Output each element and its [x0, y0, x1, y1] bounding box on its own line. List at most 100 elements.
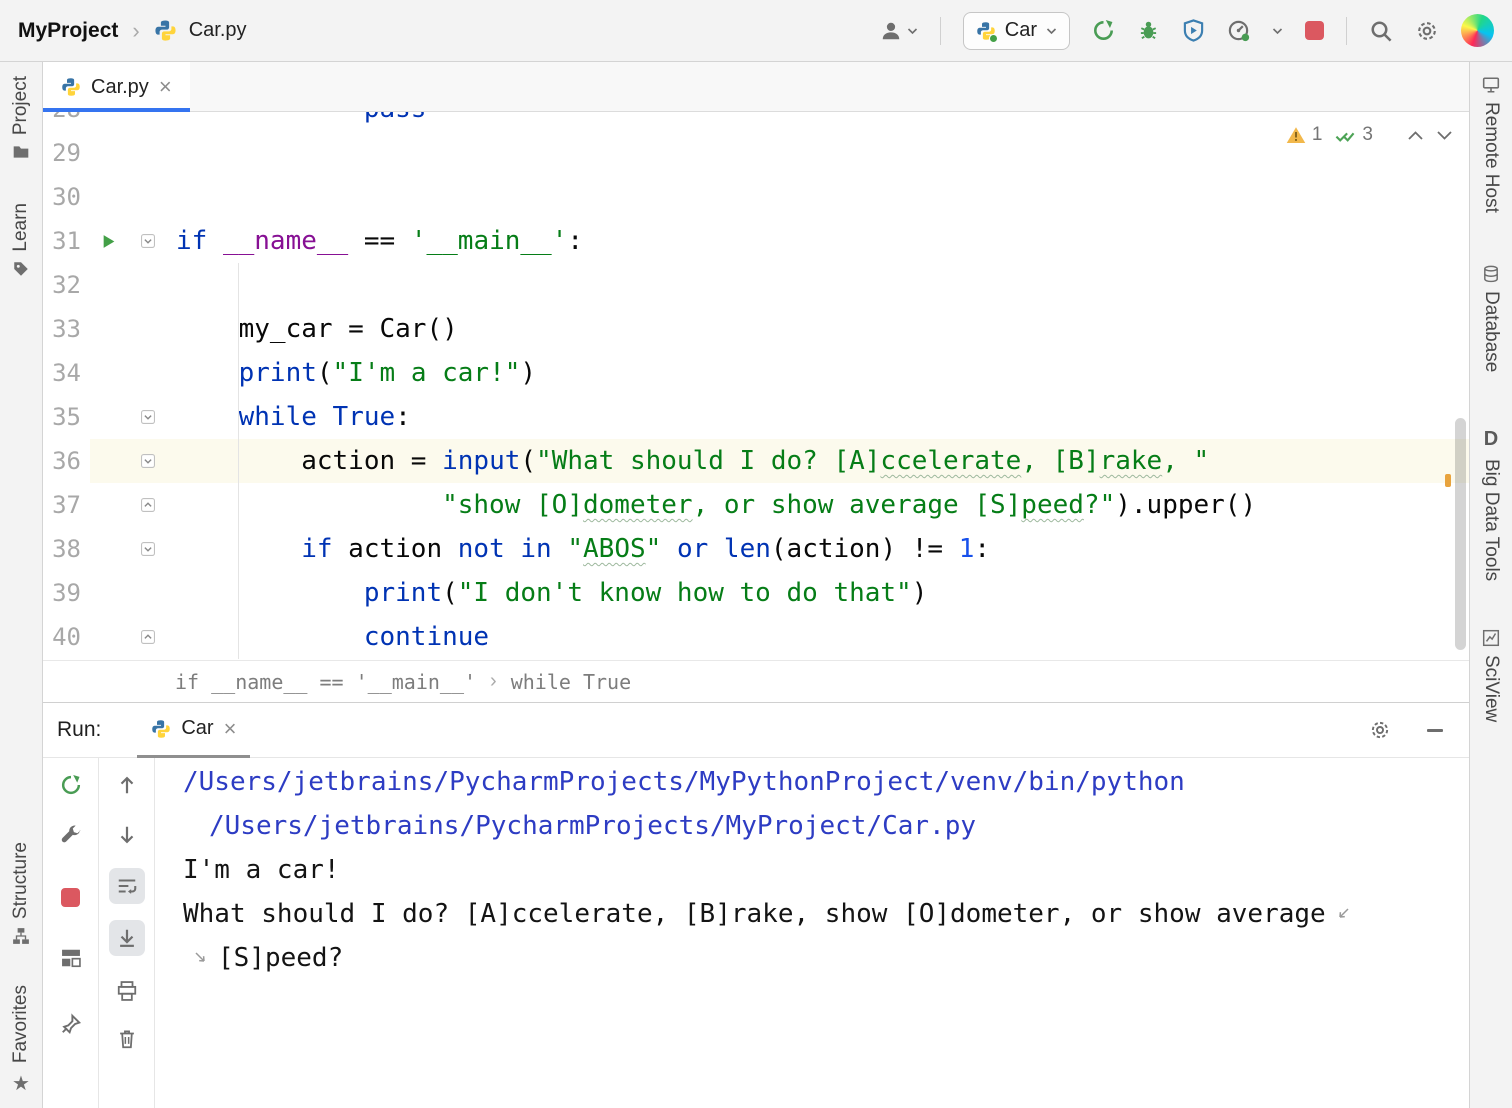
code-text[interactable] — [168, 263, 1469, 307]
tool-button-label: Big Data Tools — [1480, 459, 1502, 581]
gutter-spacer — [90, 483, 128, 527]
code-line: 38 if action not in "ABOS" or len(action)… — [43, 527, 1469, 571]
user-menu[interactable] — [880, 20, 918, 42]
tool-button-big-data-tools[interactable]: D Big Data Tools — [1480, 428, 1502, 581]
clear-trash-icon[interactable] — [116, 1028, 138, 1050]
console[interactable]: /Users/jetbrains/PycharmProjects/MyPytho… — [155, 758, 1469, 1108]
line-number[interactable]: 35 — [43, 395, 90, 439]
console-line: [S]peed? — [183, 936, 1469, 980]
fold-spacer — [128, 112, 168, 131]
line-number[interactable]: 36 — [43, 439, 90, 483]
settings-gear-icon[interactable] — [1415, 19, 1439, 43]
print-icon[interactable] — [116, 980, 138, 1002]
code-text[interactable]: print("I'm a car!") — [168, 351, 1469, 395]
code-editor[interactable]: 28 pass 293031 if __name__ == '__main__': 32… — [43, 112, 1469, 660]
arrow-up-icon[interactable] — [116, 774, 138, 796]
code-token: "What should I do? [A] — [536, 446, 880, 476]
code-text[interactable]: print("I don't know how to do that") — [168, 571, 1469, 615]
tool-button-remote-host[interactable]: Remote Host — [1480, 76, 1502, 213]
line-number[interactable]: 38 — [43, 527, 90, 571]
tool-button-database[interactable]: Database — [1480, 265, 1502, 372]
minimize-icon[interactable] — [1427, 729, 1443, 732]
code-text[interactable]: if action not in "ABOS" or len(action) !… — [168, 527, 1469, 571]
scrollbar-error-stripe[interactable] — [1445, 474, 1451, 487]
tool-button-project[interactable]: Project — [10, 76, 32, 161]
run-line-icon[interactable] — [90, 219, 128, 263]
line-number[interactable]: 29 — [43, 131, 90, 175]
editor-tab-carpy[interactable]: Car.py × — [43, 62, 190, 112]
code-token: , [B] — [1021, 446, 1099, 476]
editor-scrollbar-thumb[interactable] — [1455, 418, 1466, 650]
rerun-icon[interactable] — [1092, 19, 1115, 42]
console-text: [S]peed? — [218, 936, 343, 980]
pin-icon[interactable] — [60, 1013, 82, 1035]
profiler-icon[interactable] — [1227, 19, 1250, 42]
close-tab-icon[interactable]: × — [159, 76, 172, 98]
tool-button-favorites[interactable]: Favorites ★ — [10, 985, 32, 1096]
fold-marker-icon[interactable] — [128, 615, 168, 659]
line-number[interactable]: 37 — [43, 483, 90, 527]
breadcrumb-item[interactable]: if __name__ == '__main__' — [175, 670, 476, 694]
line-number[interactable]: 40 — [43, 615, 90, 659]
coverage-icon[interactable] — [1182, 19, 1205, 42]
line-number[interactable]: 28 — [43, 112, 90, 131]
toolbar-separator — [940, 17, 941, 45]
breadcrumb-project[interactable]: MyProject — [18, 19, 118, 43]
console-line: /Users/jetbrains/PycharmProjects/MyPytho… — [183, 760, 1469, 804]
wrench-icon[interactable] — [60, 824, 82, 846]
soft-wrap-icon[interactable] — [109, 868, 145, 904]
close-tab-icon[interactable]: × — [224, 718, 237, 740]
scroll-to-end-icon[interactable] — [109, 920, 145, 956]
line-number[interactable]: 30 — [43, 175, 90, 219]
python-file-icon — [61, 77, 81, 97]
code-text[interactable]: continue — [168, 615, 1469, 659]
code-text[interactable]: if __name__ == '__main__': — [168, 219, 1469, 263]
debug-icon[interactable] — [1137, 19, 1160, 42]
tool-button-sciview[interactable]: SciView — [1480, 629, 1502, 722]
code-text[interactable]: action = input("What should I do? [A]cce… — [168, 439, 1469, 483]
code-lines: 28 pass 293031 if __name__ == '__main__': 32… — [43, 112, 1469, 659]
arrow-down-icon[interactable] — [116, 824, 138, 846]
stop-icon[interactable] — [1305, 21, 1324, 40]
line-body: pass — [90, 112, 1469, 131]
settings-gear-icon[interactable] — [1369, 719, 1391, 741]
next-problem-icon[interactable] — [1436, 130, 1453, 141]
breadcrumb-file[interactable]: Car.py — [189, 19, 247, 42]
line-number[interactable]: 39 — [43, 571, 90, 615]
prev-problem-icon[interactable] — [1407, 130, 1424, 141]
run-config-selector[interactable]: Car — [963, 12, 1070, 50]
line-number[interactable]: 33 — [43, 307, 90, 351]
fold-marker-icon[interactable] — [128, 395, 168, 439]
code-text[interactable] — [168, 131, 1469, 175]
code-token: len — [724, 534, 771, 564]
code-line: 30 — [43, 175, 1469, 219]
database-icon — [1482, 265, 1500, 283]
fold-marker-icon[interactable] — [128, 483, 168, 527]
search-icon[interactable] — [1369, 19, 1393, 43]
chevron-right-icon: › — [130, 18, 141, 44]
code-text[interactable]: "show [O]dometer, or show average [S]pee… — [168, 483, 1469, 527]
tool-button-structure[interactable]: Structure — [10, 842, 32, 945]
code-token: input — [442, 446, 520, 476]
fold-marker-icon[interactable] — [128, 219, 168, 263]
fold-marker-icon[interactable] — [128, 439, 168, 483]
code-text[interactable]: while True: — [168, 395, 1469, 439]
run-tab-car[interactable]: Car × — [137, 703, 250, 758]
fold-marker-icon[interactable] — [128, 527, 168, 571]
chevron-down-icon[interactable] — [1272, 27, 1283, 35]
restore-layout-icon[interactable] — [60, 947, 82, 969]
line-body: if action not in "ABOS" or len(action) !… — [90, 527, 1469, 571]
breadcrumb-item[interactable]: while True — [511, 670, 631, 694]
tool-button-label: Database — [1480, 291, 1502, 372]
rerun-icon[interactable] — [60, 774, 82, 796]
code-text[interactable] — [168, 175, 1469, 219]
code-text[interactable]: pass — [168, 112, 1469, 131]
line-number[interactable]: 31 — [43, 219, 90, 263]
stop-icon[interactable] — [61, 888, 80, 907]
line-number[interactable]: 34 — [43, 351, 90, 395]
inspections-widget[interactable]: 1 3 — [1286, 124, 1453, 146]
code-text[interactable]: my_car = Car() — [168, 307, 1469, 351]
line-number[interactable]: 32 — [43, 263, 90, 307]
tool-button-learn[interactable]: Learn — [10, 203, 32, 278]
pycharm-logo[interactable] — [1461, 14, 1494, 47]
